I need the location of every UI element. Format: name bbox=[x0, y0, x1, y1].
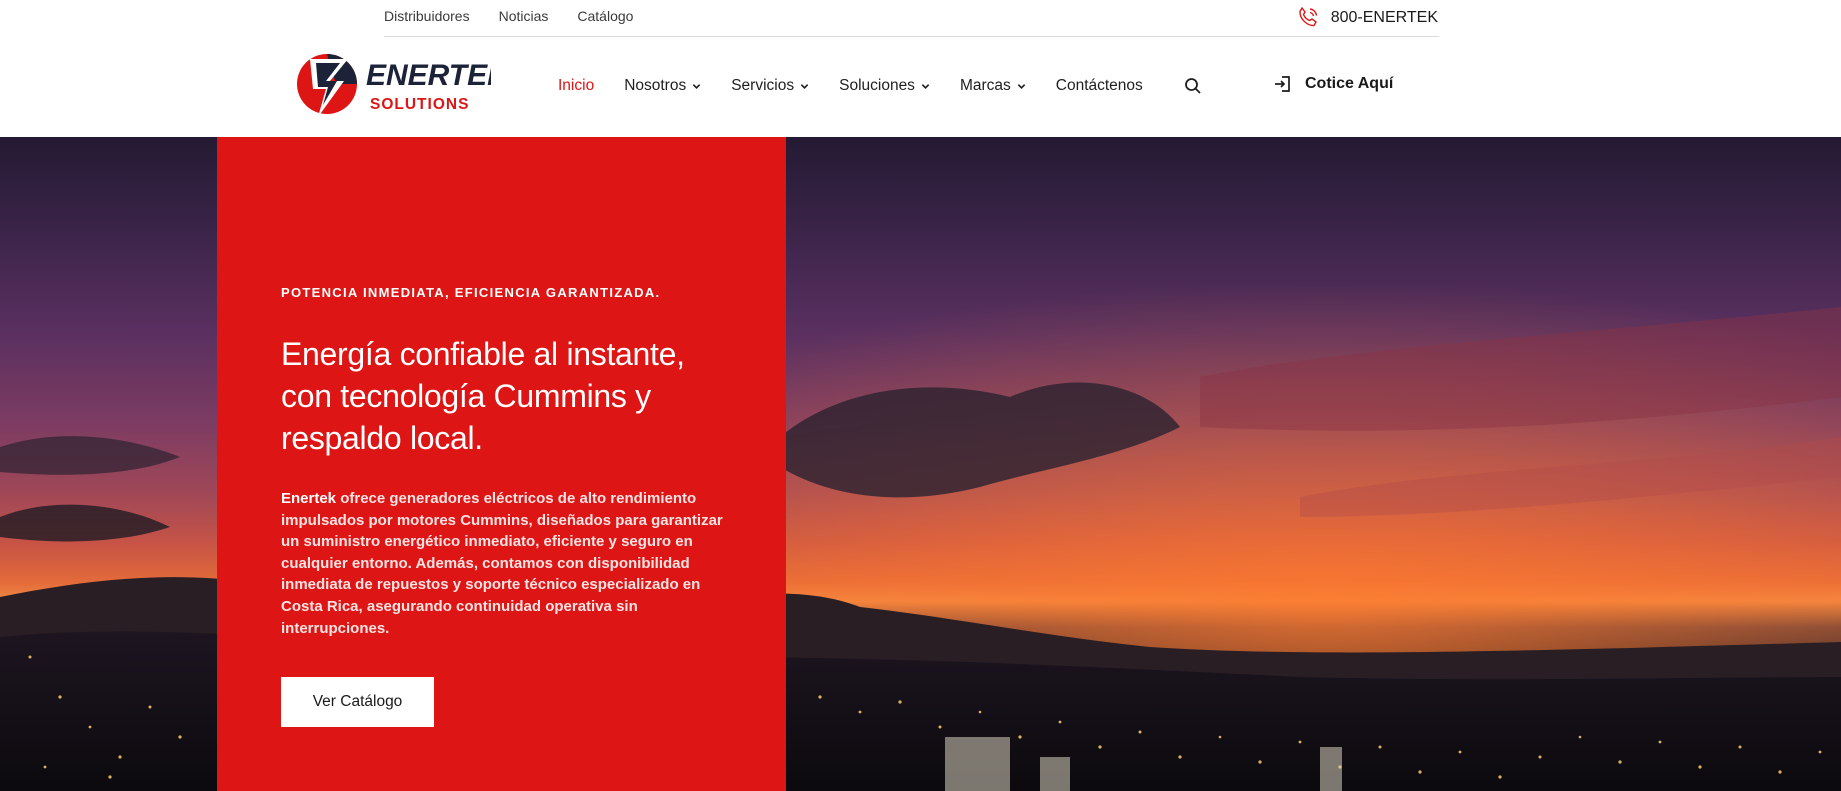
chevron-down-icon bbox=[1017, 83, 1025, 89]
main-nav: Inicio Nosotros Servicios Soluciones Mar… bbox=[558, 77, 1173, 95]
nav-item-soluciones[interactable]: Soluciones bbox=[839, 77, 930, 95]
hero-title: Energía confiable al instante, con tecno… bbox=[281, 336, 685, 456]
sign-in-icon bbox=[1275, 76, 1290, 92]
enertek-logo[interactable]: ENERTEK SOLUTIONS bbox=[296, 47, 511, 119]
nav-label: Servicios bbox=[731, 77, 795, 94]
nav-item-nosotros[interactable]: Nosotros bbox=[624, 77, 701, 95]
hero-body-strong: Enertek bbox=[281, 490, 337, 507]
utility-link-noticias[interactable]: Noticias bbox=[499, 8, 549, 24]
hero-body-text: ofrece generadores eléctricos de alto re… bbox=[281, 490, 723, 637]
ver-catalogo-button[interactable]: Ver Catálogo bbox=[281, 677, 434, 727]
logo-wordmark: ENERTEK bbox=[366, 59, 491, 92]
nav-item-servicios[interactable]: Servicios bbox=[731, 77, 809, 95]
nav-label: Nosotros bbox=[624, 77, 687, 94]
chevron-down-icon bbox=[800, 83, 809, 89]
cotice-aqui-button[interactable]: Cotice Aquí bbox=[1273, 74, 1393, 94]
nav-label: Contáctenos bbox=[1055, 77, 1143, 94]
nav-item-inicio[interactable]: Inicio bbox=[558, 77, 594, 95]
nav-label: Soluciones bbox=[839, 77, 915, 94]
logo-tagline: SOLUTIONS bbox=[370, 96, 469, 113]
chevron-down-icon bbox=[692, 83, 701, 89]
hero-section: POTENCIA INMEDIATA, EFICIENCIA GARANTIZA… bbox=[0, 137, 1841, 791]
utility-link-distribuidores[interactable]: Distribuidores bbox=[384, 8, 470, 24]
nav-item-contactenos[interactable]: Contáctenos bbox=[1056, 77, 1143, 95]
utility-links: Distribuidores Noticias Catálogo bbox=[384, 8, 633, 24]
logo-mark: ENERTEK SOLUTIONS bbox=[297, 54, 511, 117]
utility-link-catalogo[interactable]: Catálogo bbox=[577, 8, 633, 24]
nav-label: Marcas bbox=[959, 77, 1011, 94]
cta-label: Cotice Aquí bbox=[1305, 75, 1394, 92]
hero-body: Enertek ofrece generadores eléctricos de… bbox=[281, 488, 726, 639]
nav-item-marcas[interactable]: Marcas bbox=[960, 77, 1026, 95]
phone-icon bbox=[1298, 6, 1317, 27]
phone-number: 800-ENERTEK bbox=[1330, 9, 1438, 26]
nav-label: Inicio bbox=[558, 77, 595, 94]
top-utility-bar: Distribuidores Noticias Catálogo 800-ENE… bbox=[0, 0, 1841, 37]
phone-link[interactable]: 800-ENERTEK bbox=[1295, 5, 1438, 31]
main-header: ENERTEK SOLUTIONS Inicio Nosotros Servic… bbox=[0, 37, 1841, 137]
hero-red-panel: POTENCIA INMEDIATA, EFICIENCIA GARANTIZA… bbox=[217, 137, 786, 791]
search-icon[interactable] bbox=[1184, 77, 1202, 95]
chevron-down-icon bbox=[921, 83, 930, 89]
hero-eyebrow: POTENCIA INMEDIATA, EFICIENCIA GARANTIZA… bbox=[281, 285, 661, 300]
